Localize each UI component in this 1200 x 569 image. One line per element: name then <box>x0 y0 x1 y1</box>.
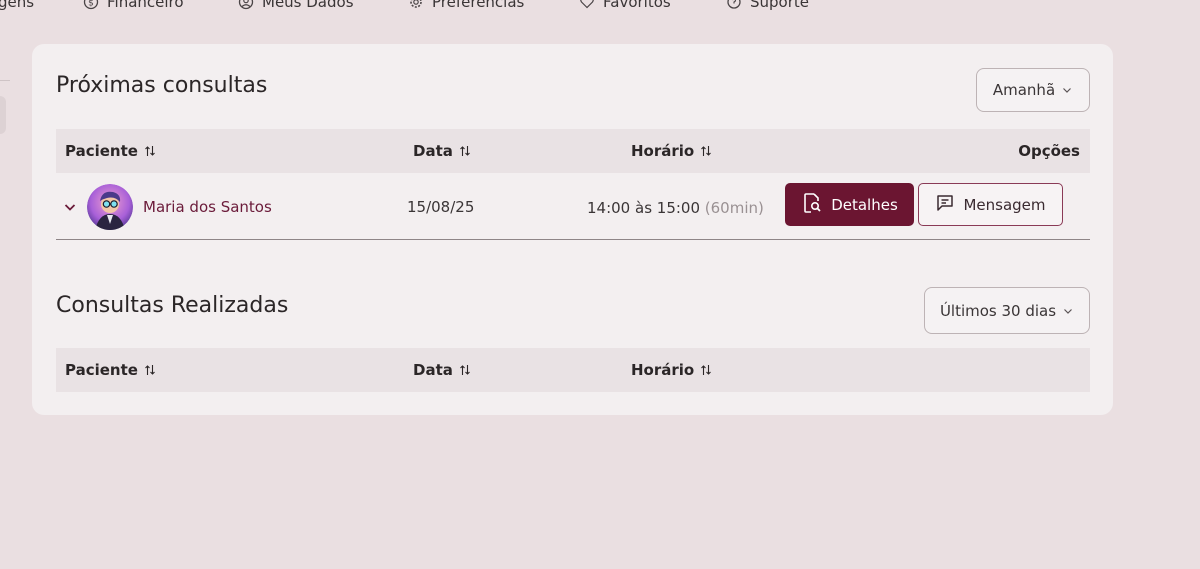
upcoming-section-title: Próximas consultas <box>56 73 268 98</box>
completed-filter-dropdown[interactable]: Últimos 30 dias <box>924 287 1090 334</box>
gear-icon <box>408 0 424 10</box>
details-button-label: Detalhes <box>831 195 898 214</box>
sort-icon[interactable] <box>459 363 471 377</box>
appointment-date: 15/08/25 <box>407 198 475 216</box>
completed-section-title: Consultas Realizadas <box>56 293 289 318</box>
appointment-time-range: 14:00 às 15:00 <box>587 199 700 217</box>
column-header-label: Data <box>413 361 453 379</box>
appointment-duration: (60min) <box>704 199 764 217</box>
nav-item-suporte[interactable]: Suporte <box>726 0 809 11</box>
message-button[interactable]: Mensagem <box>918 183 1063 226</box>
nav-item-label: Financeiro <box>107 0 184 11</box>
column-header-label: Data <box>413 142 453 160</box>
chevron-down-icon <box>1061 84 1073 96</box>
nav-item-label: gens <box>0 0 35 11</box>
nav-item-label: Favoritos <box>603 0 671 11</box>
sort-icon[interactable] <box>459 144 471 158</box>
appointment-time: 14:00 às 15:00 (60min) <box>587 199 764 217</box>
column-header-label: Paciente <box>65 142 138 160</box>
chevron-down-icon <box>1062 305 1074 317</box>
completed-filter-value: Últimos 30 dias <box>939 301 1057 320</box>
upcoming-filter-value: Amanhã <box>992 81 1056 99</box>
appointments-card: Próximas consultas Amanhã Paciente Data … <box>32 44 1113 415</box>
column-header-patient: Paciente <box>65 129 156 173</box>
sort-icon[interactable] <box>144 144 156 158</box>
nav-item-preferencias[interactable]: Preferências <box>408 0 524 11</box>
column-header-date: Data <box>413 348 471 392</box>
upcoming-table-header: Paciente Data Horário Opções <box>56 129 1090 173</box>
patient-name-link[interactable]: Maria dos Santos <box>143 198 272 216</box>
column-header-patient: Paciente <box>65 348 156 392</box>
nav-item-label: Suporte <box>750 0 810 11</box>
details-button[interactable]: Detalhes <box>785 183 914 226</box>
column-header-label: Horário <box>631 361 695 379</box>
document-search-icon <box>801 192 823 218</box>
nav-item-mensagens[interactable]: gens <box>0 0 34 11</box>
nav-item-financeiro[interactable]: $ Financeiro <box>83 0 184 11</box>
heart-icon <box>579 0 595 10</box>
column-header-label: Horário <box>631 142 695 160</box>
nav-item-label: Preferências <box>432 0 525 11</box>
column-header-options: Opções <box>1018 129 1080 173</box>
sidebar-item[interactable] <box>0 96 6 134</box>
top-nav: gens $ Financeiro Meus Dados Preferência… <box>0 0 1200 15</box>
table-row: Maria dos Santos 15/08/25 14:00 às 15:00… <box>56 174 1090 240</box>
nav-item-meus-dados[interactable]: Meus Dados <box>238 0 354 11</box>
dollar-circle-icon: $ <box>83 0 99 10</box>
upcoming-filter-dropdown[interactable]: Amanhã <box>976 68 1090 112</box>
message-icon <box>935 193 955 217</box>
message-button-label: Mensagem <box>963 195 1046 214</box>
svg-text:$: $ <box>88 0 94 9</box>
avatar <box>87 184 133 230</box>
column-header-time: Horário <box>631 129 712 173</box>
user-circle-icon <box>238 0 254 10</box>
column-header-label: Paciente <box>65 361 138 379</box>
sort-icon[interactable] <box>700 363 712 377</box>
column-header-date: Data <box>413 129 471 173</box>
completed-table-header: Paciente Data Horário <box>56 348 1090 392</box>
support-icon <box>726 0 742 10</box>
sort-icon[interactable] <box>700 144 712 158</box>
nav-item-label: Meus Dados <box>262 0 354 11</box>
chevron-down-icon[interactable] <box>63 200 77 214</box>
sidebar-divider <box>0 80 10 81</box>
column-header-time: Horário <box>631 348 712 392</box>
sort-icon[interactable] <box>144 363 156 377</box>
nav-item-favoritos[interactable]: Favoritos <box>579 0 671 11</box>
column-header-label: Opções <box>1018 142 1080 160</box>
